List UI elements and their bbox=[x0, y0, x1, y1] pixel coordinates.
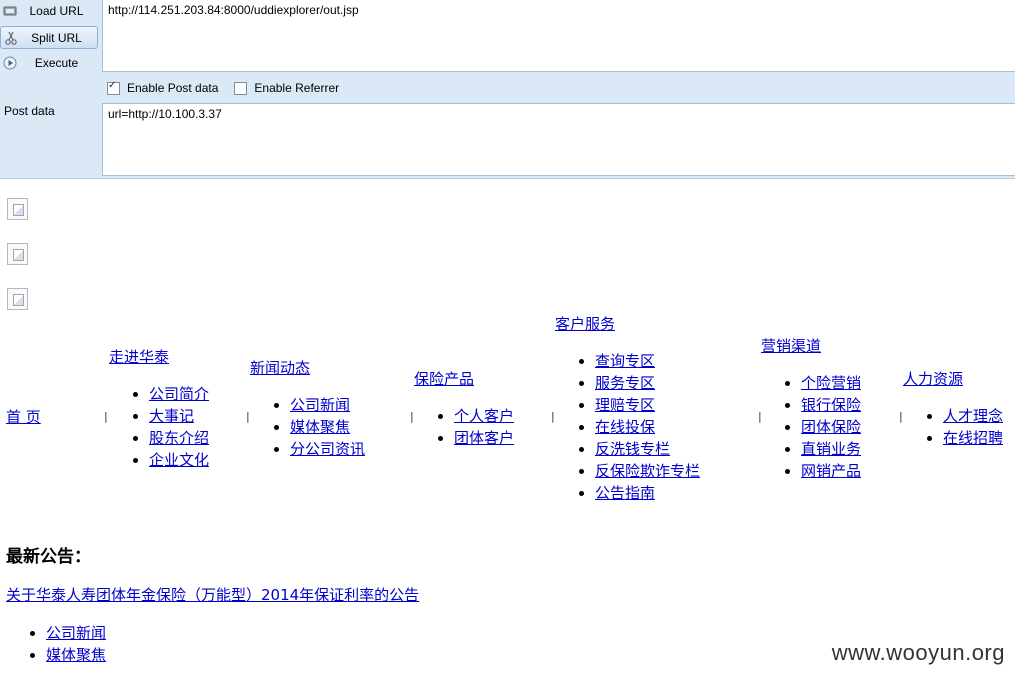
nav-link[interactable]: 股东介绍 bbox=[149, 429, 209, 447]
load-url-label: Load URL bbox=[29, 4, 84, 18]
nav-link[interactable]: 反洗钱专栏 bbox=[595, 440, 670, 458]
list-item: 公告指南 bbox=[595, 482, 700, 504]
list-item: 团体保险 bbox=[801, 416, 861, 438]
nav-link[interactable]: 直销业务 bbox=[801, 440, 861, 458]
nav-head-service[interactable]: 客户服务 bbox=[555, 313, 700, 334]
load-url-icon bbox=[3, 4, 17, 18]
list-item: 团体客户 bbox=[454, 427, 514, 449]
list-item: 直销业务 bbox=[801, 438, 861, 460]
list-item: 理赔专区 bbox=[595, 394, 700, 416]
enable-referrer-option[interactable]: Enable Referrer bbox=[234, 81, 339, 95]
nav-link[interactable]: 网销产品 bbox=[801, 462, 861, 480]
nav-separator: | bbox=[104, 410, 108, 423]
nav-head-products[interactable]: 保险产品 bbox=[414, 368, 514, 389]
notice-list: 公司新闻 媒体聚焦 bbox=[6, 622, 106, 666]
notice-link[interactable]: 关于华泰人寿团体年金保险（万能型）2014年保证利率的公告 bbox=[6, 584, 419, 605]
nav-link[interactable]: 团体保险 bbox=[801, 418, 861, 436]
hackbar-panel: Load URL Split URL Execute http://114.25… bbox=[0, 0, 1015, 179]
nav-column-marketing: 营销渠道 个险营销 银行保险 团体保险 直销业务 网销产品 bbox=[761, 335, 861, 482]
url-textarea[interactable]: http://114.251.203.84:8000/uddiexplorer/… bbox=[102, 0, 1015, 72]
scissors-icon bbox=[4, 31, 18, 45]
list-item: 大事记 bbox=[149, 405, 209, 427]
nav-link[interactable]: 公司简介 bbox=[149, 385, 209, 403]
nav-column-hr: 人力资源 人才理念 在线招聘 bbox=[903, 368, 1003, 449]
nav-link[interactable]: 人才理念 bbox=[943, 407, 1003, 425]
list-item: 反洗钱专栏 bbox=[595, 438, 700, 460]
enable-post-label: Enable Post data bbox=[127, 81, 219, 95]
list-item: 公司简介 bbox=[149, 383, 209, 405]
nav-link[interactable]: 个险营销 bbox=[801, 374, 861, 392]
notice-heading: 最新公告： bbox=[6, 547, 91, 567]
enable-referrer-checkbox[interactable] bbox=[234, 81, 248, 95]
list-item: 公司新闻 bbox=[46, 622, 106, 644]
nav-link[interactable]: 银行保险 bbox=[801, 396, 861, 414]
list-item: 服务专区 bbox=[595, 372, 700, 394]
nav-head-news[interactable]: 新闻动态 bbox=[250, 357, 365, 378]
list-item: 查询专区 bbox=[595, 350, 700, 372]
list-item: 反保险欺诈专栏 bbox=[595, 460, 700, 482]
nav-link[interactable]: 在线招聘 bbox=[943, 429, 1003, 447]
nav-column-news: 新闻动态 公司新闻 媒体聚焦 分公司资讯 bbox=[250, 357, 365, 460]
nav-column-service: 客户服务 查询专区 服务专区 理赔专区 在线投保 反洗钱专栏 反保险欺诈专栏 公… bbox=[555, 313, 700, 504]
nav-link[interactable]: 团体客户 bbox=[454, 429, 514, 447]
broken-image-icon bbox=[7, 198, 28, 220]
watermark: www.wooyun.org bbox=[831, 640, 1005, 665]
nav-link[interactable]: 反保险欺诈专栏 bbox=[595, 462, 700, 480]
notice-list-link[interactable]: 公司新闻 bbox=[46, 624, 106, 642]
list-item: 股东介绍 bbox=[149, 427, 209, 449]
list-item: 银行保险 bbox=[801, 394, 861, 416]
nav-link[interactable]: 理赔专区 bbox=[595, 396, 655, 414]
nav-link[interactable]: 分公司资讯 bbox=[290, 440, 365, 458]
execute-button[interactable]: Execute bbox=[0, 52, 98, 74]
nav-column-about: 走进华泰 公司简介 大事记 股东介绍 企业文化 bbox=[109, 346, 209, 471]
list-item: 个险营销 bbox=[801, 372, 861, 394]
enable-post-option[interactable]: Enable Post data bbox=[107, 80, 219, 95]
execute-label: Execute bbox=[34, 56, 79, 70]
nav-column-products: 保险产品 个人客户 团体客户 bbox=[414, 368, 514, 449]
nav-head-marketing[interactable]: 营销渠道 bbox=[761, 335, 861, 356]
list-item: 媒体聚焦 bbox=[290, 416, 365, 438]
nav-link[interactable]: 个人客户 bbox=[454, 407, 514, 425]
nav-link[interactable]: 公告指南 bbox=[595, 484, 655, 502]
load-url-button[interactable]: Load URL bbox=[0, 0, 98, 22]
nav-link[interactable]: 查询专区 bbox=[595, 352, 655, 370]
list-item: 企业文化 bbox=[149, 449, 209, 471]
list-item: 网销产品 bbox=[801, 460, 861, 482]
nav-head-hr[interactable]: 人力资源 bbox=[903, 368, 1003, 389]
broken-image-icon bbox=[7, 288, 28, 310]
nav-link[interactable]: 媒体聚焦 bbox=[290, 418, 350, 436]
list-item: 人才理念 bbox=[943, 405, 1003, 427]
list-item: 公司新闻 bbox=[290, 394, 365, 416]
split-url-button[interactable]: Split URL bbox=[0, 26, 98, 49]
nav-link[interactable]: 在线投保 bbox=[595, 418, 655, 436]
nav-home-link[interactable]: 首 页 bbox=[6, 406, 41, 427]
nav-link[interactable]: 大事记 bbox=[149, 407, 194, 425]
post-data-label: Post data bbox=[4, 104, 55, 118]
enable-post-checkbox[interactable] bbox=[107, 80, 120, 95]
list-item: 个人客户 bbox=[454, 405, 514, 427]
nav-head-about[interactable]: 走进华泰 bbox=[109, 346, 209, 367]
list-item: 分公司资讯 bbox=[290, 438, 365, 460]
post-data-textarea[interactable]: url=http://10.100.3.37 bbox=[102, 103, 1015, 176]
list-item: 在线投保 bbox=[595, 416, 700, 438]
play-icon bbox=[3, 56, 17, 70]
split-url-label: Split URL bbox=[31, 30, 82, 45]
broken-image-icon bbox=[7, 243, 28, 265]
list-item: 媒体聚焦 bbox=[46, 644, 106, 666]
notice-list-link[interactable]: 媒体聚焦 bbox=[46, 646, 106, 664]
enable-referrer-label: Enable Referrer bbox=[254, 81, 340, 95]
list-item: 在线招聘 bbox=[943, 427, 1003, 449]
nav-link[interactable]: 企业文化 bbox=[149, 451, 209, 469]
nav-link[interactable]: 服务专区 bbox=[595, 374, 655, 392]
nav-link[interactable]: 公司新闻 bbox=[290, 396, 350, 414]
options-row: Enable Post data Enable Referrer bbox=[107, 80, 355, 95]
